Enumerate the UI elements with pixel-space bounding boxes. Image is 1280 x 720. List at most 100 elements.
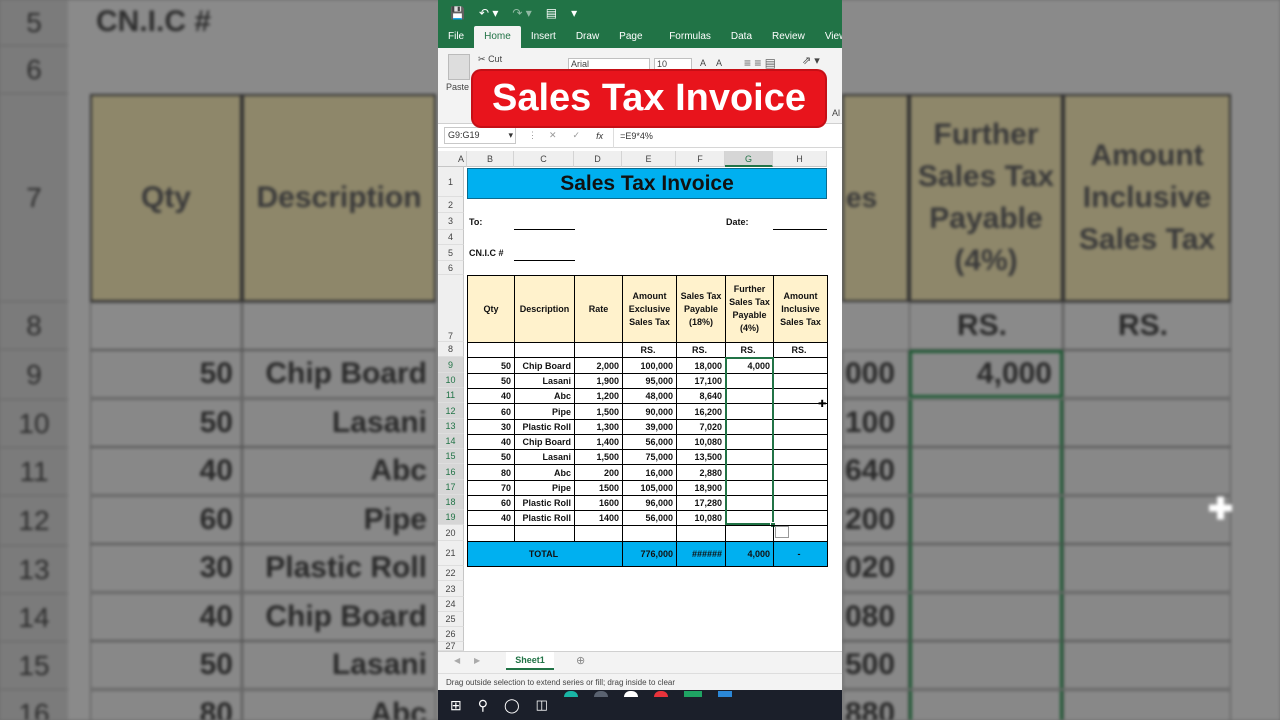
empty-cell[interactable]	[773, 525, 828, 542]
cell-amt[interactable]: 95,000	[622, 373, 677, 389]
col-header-g[interactable]: G	[725, 151, 773, 167]
font-select[interactable]: Arial	[568, 58, 650, 72]
cell-inclusive[interactable]	[773, 464, 828, 481]
col-header-d[interactable]: D	[574, 151, 622, 167]
cell-amt[interactable]: 75,000	[622, 449, 677, 465]
cell-inclusive[interactable]	[773, 357, 828, 374]
cortana-icon[interactable]: ◯	[504, 697, 520, 714]
row-header-2[interactable]: 2	[438, 197, 464, 213]
insert-function-icon[interactable]: fx	[596, 131, 603, 141]
cell-desc[interactable]: Abc	[514, 388, 575, 404]
empty-cell[interactable]	[725, 525, 774, 542]
excel-taskbar-icon[interactable]	[683, 691, 702, 697]
tab-home[interactable]: Home	[474, 26, 521, 48]
cell-amt[interactable]: 16,000	[622, 464, 677, 481]
cell-desc[interactable]: Lasani	[514, 449, 575, 465]
row-header-5[interactable]: 5	[438, 245, 464, 261]
row-header-14[interactable]: 14	[438, 434, 464, 449]
row-header-20[interactable]: 20	[438, 525, 464, 541]
cell-st[interactable]: 2,880	[676, 464, 726, 481]
cell-rate[interactable]: 1400	[574, 510, 623, 526]
cell-st[interactable]: 18,900	[676, 480, 726, 496]
total-further-tax-cell[interactable]: 4,000	[725, 541, 774, 567]
row-header-3[interactable]: 3	[438, 213, 464, 230]
col-header-f[interactable]: F	[676, 151, 725, 167]
tab-draw[interactable]: Draw	[566, 26, 609, 48]
undo-icon[interactable]: ↶ ▾	[479, 6, 498, 20]
app-icon[interactable]	[717, 691, 732, 697]
row-header-24[interactable]: 24	[438, 597, 464, 612]
row-header-21[interactable]: 21	[438, 541, 464, 566]
total-inclusive-cell[interactable]: -	[773, 541, 828, 567]
col-header-b[interactable]: B	[467, 151, 514, 167]
cell-amt[interactable]: 39,000	[622, 419, 677, 435]
cell-rate[interactable]: 1,300	[574, 419, 623, 435]
empty-cell[interactable]	[622, 525, 677, 542]
cell-qty[interactable]: 50	[467, 449, 515, 465]
cell-desc[interactable]: Lasani	[514, 373, 575, 389]
cell-st[interactable]: 18,000	[676, 357, 726, 374]
row-header-8[interactable]: 8	[438, 342, 464, 357]
cell-rate[interactable]: 1500	[574, 480, 623, 496]
cell-qty[interactable]: 70	[467, 480, 515, 496]
cell-desc[interactable]: Plastic Roll	[514, 510, 575, 526]
name-box-dropdown-icon[interactable]: ▾	[508, 128, 513, 143]
col-header-c[interactable]: C	[514, 151, 574, 167]
formula-input[interactable]: =E9*4%	[613, 123, 842, 148]
tab-page-layout[interactable]: Page Layout	[609, 26, 659, 64]
cell-qty[interactable]: 40	[467, 388, 515, 404]
cell-inclusive[interactable]	[773, 510, 828, 526]
paste-icon[interactable]	[448, 54, 470, 80]
row-header-18[interactable]: 18	[438, 495, 464, 510]
tab-data[interactable]: Data	[721, 26, 762, 48]
cell-st[interactable]: 10,080	[676, 510, 726, 526]
cell-rate[interactable]: 2,000	[574, 357, 623, 374]
cell-st[interactable]: 10,080	[676, 434, 726, 450]
enter-icon[interactable]: ✓	[573, 130, 581, 141]
align-icons[interactable]: ≡ ≡ ▤	[744, 56, 792, 72]
cell-inclusive[interactable]	[773, 495, 828, 511]
row-header-19[interactable]: 19	[438, 510, 464, 525]
cell-qty[interactable]: 50	[467, 357, 515, 374]
cell-amt[interactable]: 100,000	[622, 357, 677, 374]
row-header-23[interactable]: 23	[438, 581, 464, 597]
tab-file[interactable]: File	[438, 26, 474, 48]
row-header-25[interactable]: 25	[438, 612, 464, 627]
cell-inclusive[interactable]	[773, 434, 828, 450]
cell-st[interactable]: 16,200	[676, 403, 726, 420]
cancel-icon[interactable]: ✕	[549, 130, 557, 141]
sheet-tab-sheet1[interactable]: Sheet1	[506, 652, 554, 670]
total-sales-tax-cell[interactable]: ######	[676, 541, 726, 567]
col-header-a[interactable]: A	[456, 151, 467, 167]
cell-st[interactable]: 13,500	[676, 449, 726, 465]
empty-cell[interactable]	[574, 525, 623, 542]
tab-view[interactable]: View	[815, 26, 842, 48]
cell-desc[interactable]: Chip Board	[514, 434, 575, 450]
app-icon[interactable]	[563, 691, 578, 697]
cell-rate[interactable]: 1600	[574, 495, 623, 511]
cell-st[interactable]: 17,100	[676, 373, 726, 389]
redo-icon[interactable]: ↷ ▾	[512, 6, 531, 20]
task-view-icon[interactable]: ◫	[536, 697, 548, 713]
cell-rate[interactable]: 1,900	[574, 373, 623, 389]
save-icon[interactable]: 💾	[450, 6, 465, 20]
row-header-10[interactable]: 10	[438, 373, 464, 388]
cut-button[interactable]: ✂ Cut	[478, 54, 502, 65]
row-header-15[interactable]: 15	[438, 449, 464, 464]
empty-cell[interactable]	[676, 525, 726, 542]
new-sheet-icon[interactable]: ⊕	[576, 654, 585, 667]
cell-desc[interactable]: Abc	[514, 464, 575, 481]
cell-st[interactable]: 8,640	[676, 388, 726, 404]
cell-amt[interactable]: 48,000	[622, 388, 677, 404]
cell-inclusive[interactable]	[773, 419, 828, 435]
customize-icon[interactable]: ▾	[571, 6, 577, 20]
cell-qty[interactable]: 60	[467, 403, 515, 420]
cell-desc[interactable]: Pipe	[514, 480, 575, 496]
to-field-line[interactable]	[514, 229, 575, 230]
windows-start-icon[interactable]: ⊞	[450, 697, 462, 714]
total-amount-cell[interactable]: 776,000	[622, 541, 677, 567]
cell-desc[interactable]: Plastic Roll	[514, 419, 575, 435]
cell-amt[interactable]: 56,000	[622, 510, 677, 526]
row-header-17[interactable]: 17	[438, 480, 464, 495]
cell-qty[interactable]: 30	[467, 419, 515, 435]
